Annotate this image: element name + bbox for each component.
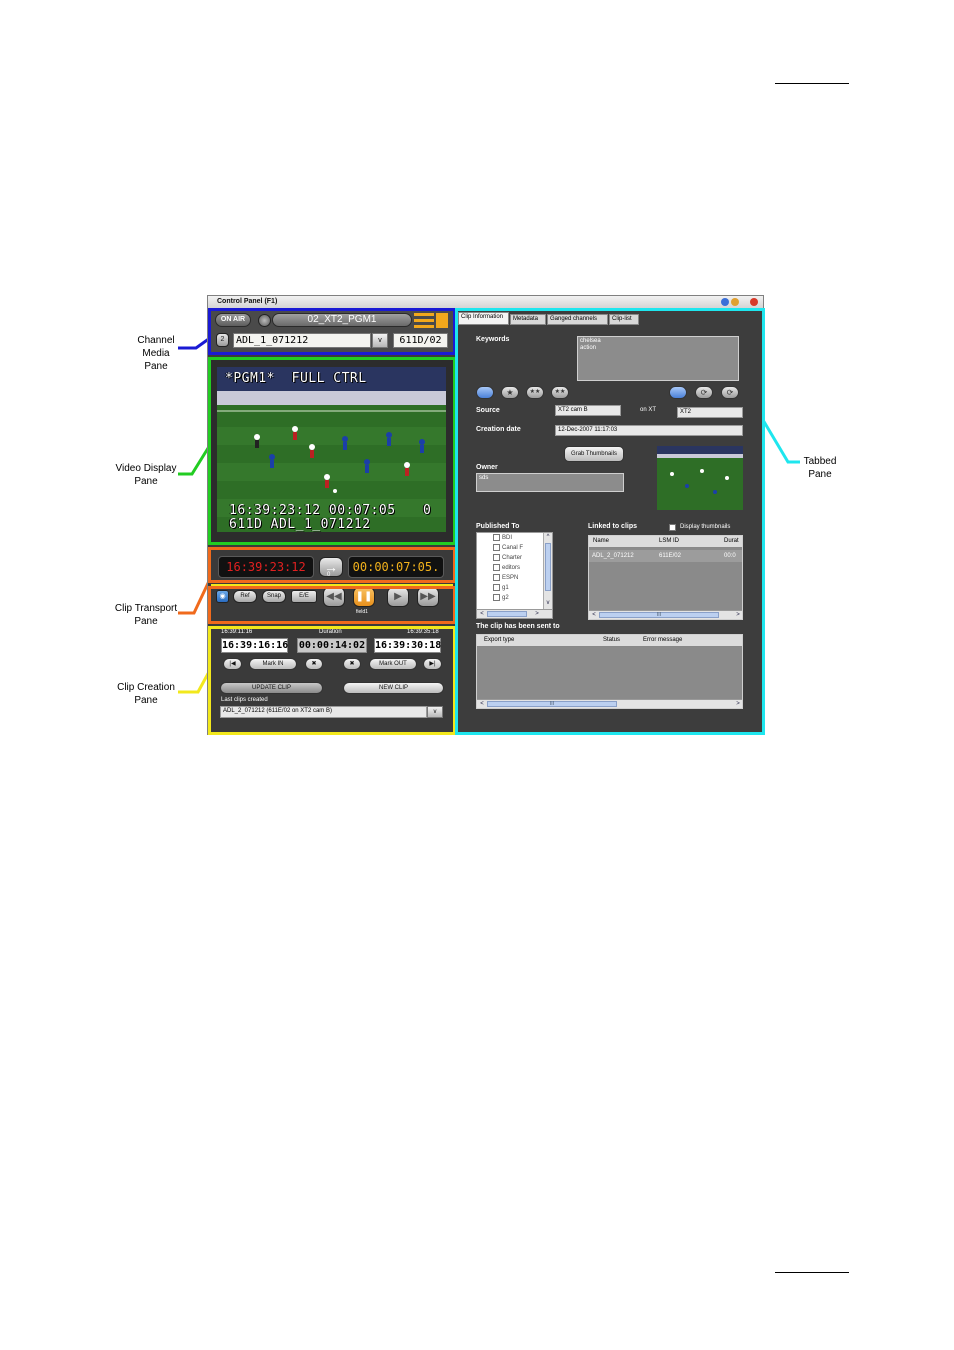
creation-leader [178, 669, 212, 694]
transport-pane-outline-top [208, 547, 456, 583]
video-leader [178, 444, 212, 476]
callout-clip-creation-pane: Clip Creation Pane [117, 682, 175, 706]
tabbed-pane-outline [455, 308, 765, 735]
callout-channel-media-pane: Channel Media Pane [137, 335, 175, 372]
transport-leader [178, 578, 212, 615]
callout-tabbed-pane: Tabbed Pane [803, 456, 837, 480]
transport-pane-outline-bottom [208, 586, 456, 624]
minimize-icon[interactable] [731, 298, 739, 306]
callout-clip-transport-pane: Clip Transport Pane [114, 603, 178, 627]
creation-pane-outline [208, 626, 456, 735]
callout-video-display-pane: Video Display Pane [115, 463, 177, 487]
window-title: Control Panel (F1) [217, 298, 278, 305]
control-panel-window: Control Panel (F1) ON AIR 02_XT2_PGM1 2 … [207, 295, 765, 735]
video-pane-outline [208, 357, 456, 545]
help-icon[interactable] [721, 298, 729, 306]
footer-rule [775, 1272, 849, 1273]
tabbed-leader [761, 419, 800, 464]
header-rule [775, 83, 849, 84]
window-titlebar[interactable]: Control Panel (F1) [208, 296, 763, 308]
channel-leader [178, 336, 211, 350]
close-icon[interactable] [750, 298, 758, 306]
channel-pane-outline [208, 308, 456, 355]
transport-yellow-divider [211, 584, 453, 586]
